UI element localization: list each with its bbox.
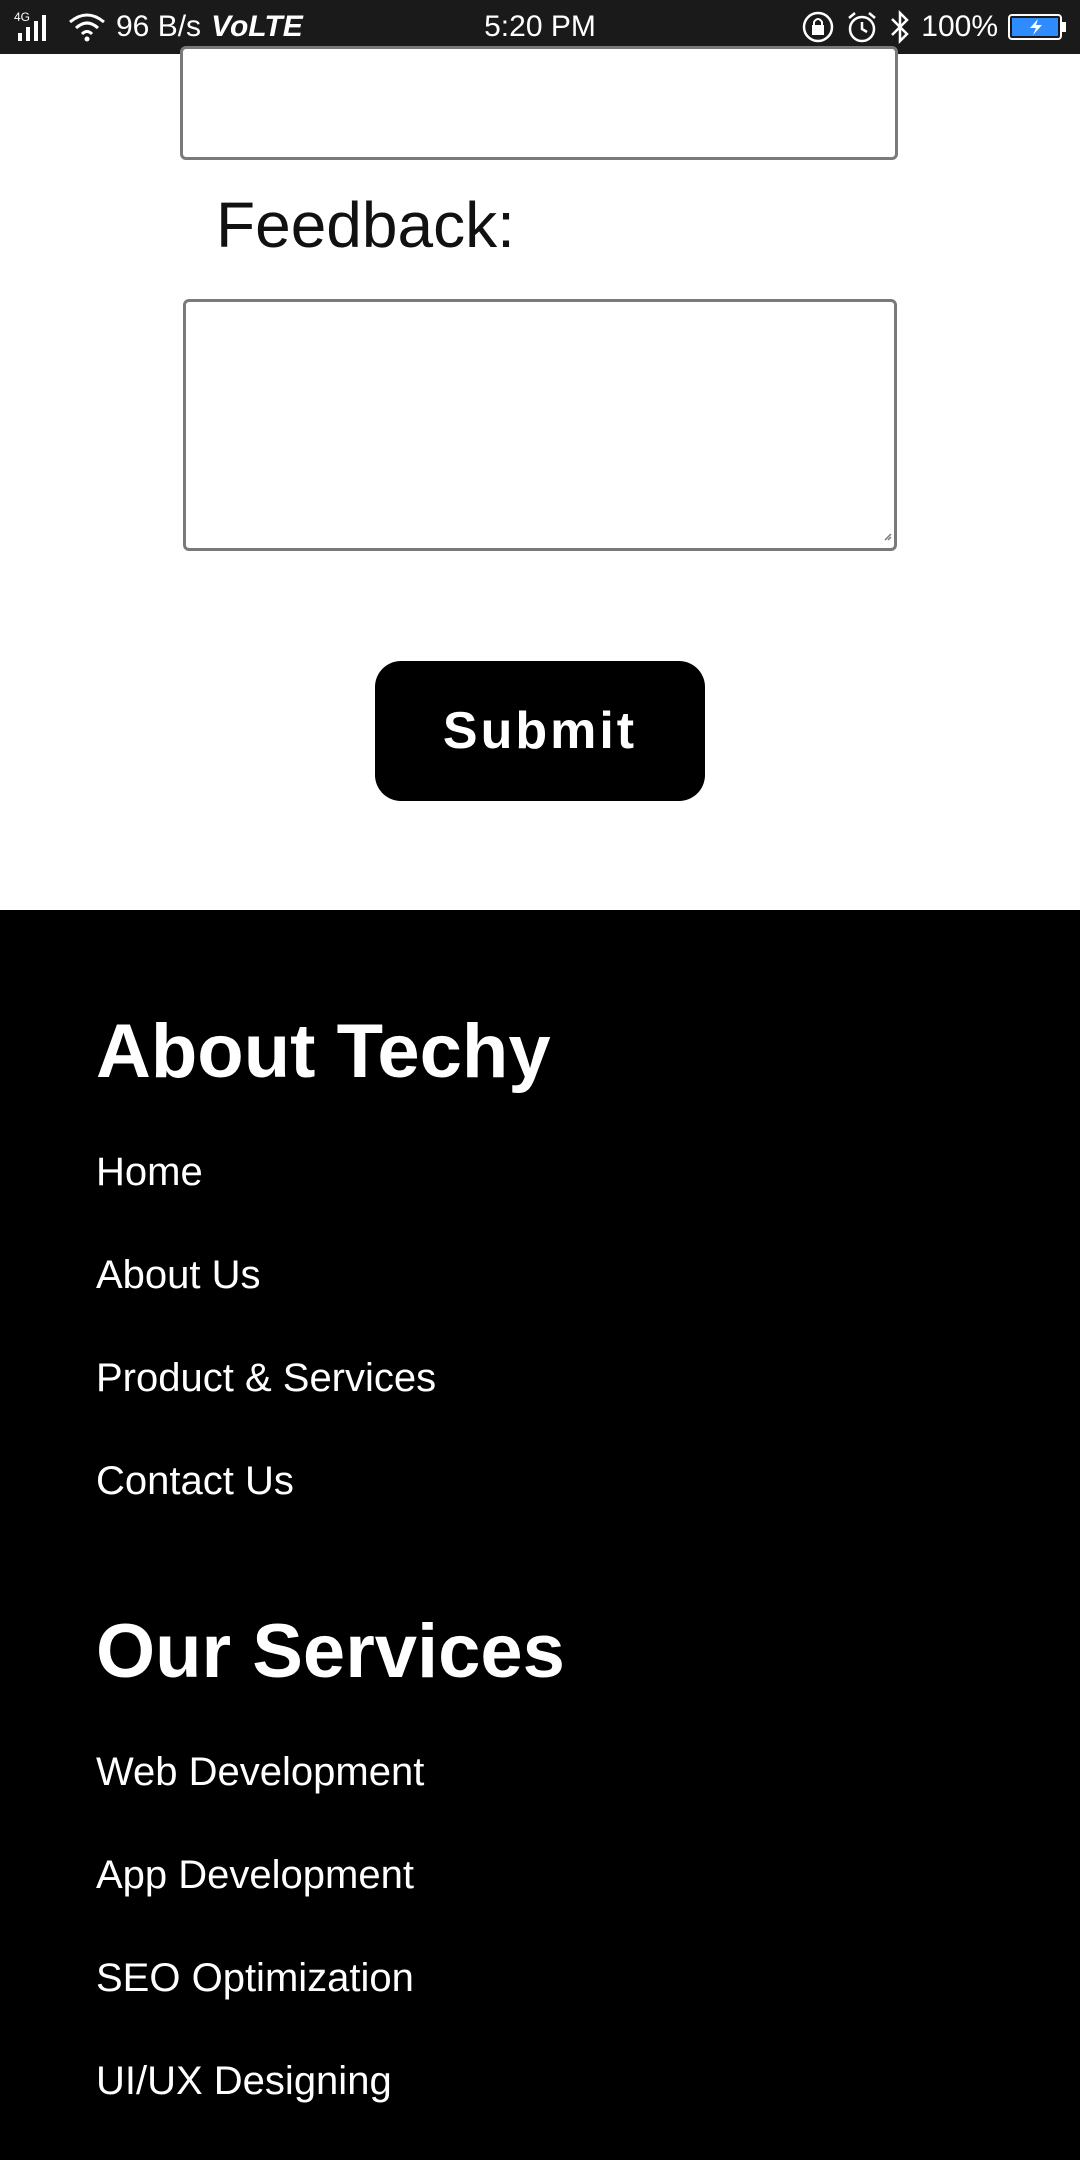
footer-link-product-services[interactable]: Product & Services xyxy=(96,1356,436,1401)
battery-percent: 100% xyxy=(921,10,998,43)
footer-link-ui-ux-designing[interactable]: UI/UX Designing xyxy=(96,2059,392,2104)
volte-indicator: VoLTE xyxy=(211,10,303,43)
footer-link-web-development[interactable]: Web Development xyxy=(96,1750,424,1795)
rotation-lock-icon xyxy=(801,10,835,44)
about-section-title: About Techy xyxy=(96,1009,551,1094)
svg-text:4G: 4G xyxy=(14,10,30,24)
wifi-icon xyxy=(68,12,106,42)
network-speed: 96 B/s xyxy=(116,10,202,43)
services-section-title: Our Services xyxy=(96,1609,565,1694)
footer-link-seo-optimization[interactable]: SEO Optimization xyxy=(96,1956,414,2001)
footer-link-app-development[interactable]: App Development xyxy=(96,1853,414,1898)
alarm-icon xyxy=(845,10,879,44)
footer-link-about-us[interactable]: About Us xyxy=(96,1253,261,1298)
footer-link-home[interactable]: Home xyxy=(96,1150,203,1195)
bluetooth-icon xyxy=(889,10,911,44)
contact-form: Feedback: Submit xyxy=(0,46,1080,910)
footer: About Techy Home About Us Product & Serv… xyxy=(0,910,1080,2160)
feedback-textarea[interactable] xyxy=(183,299,897,551)
feedback-label: Feedback: xyxy=(216,189,515,261)
footer-link-contact-us[interactable]: Contact Us xyxy=(96,1459,294,1504)
submit-button[interactable]: Submit xyxy=(375,661,705,801)
previous-input-field[interactable] xyxy=(180,46,898,160)
resize-handle-icon[interactable] xyxy=(880,528,892,546)
battery-charging-icon xyxy=(1008,12,1068,42)
signal-4g-icon: 4G xyxy=(14,9,58,45)
